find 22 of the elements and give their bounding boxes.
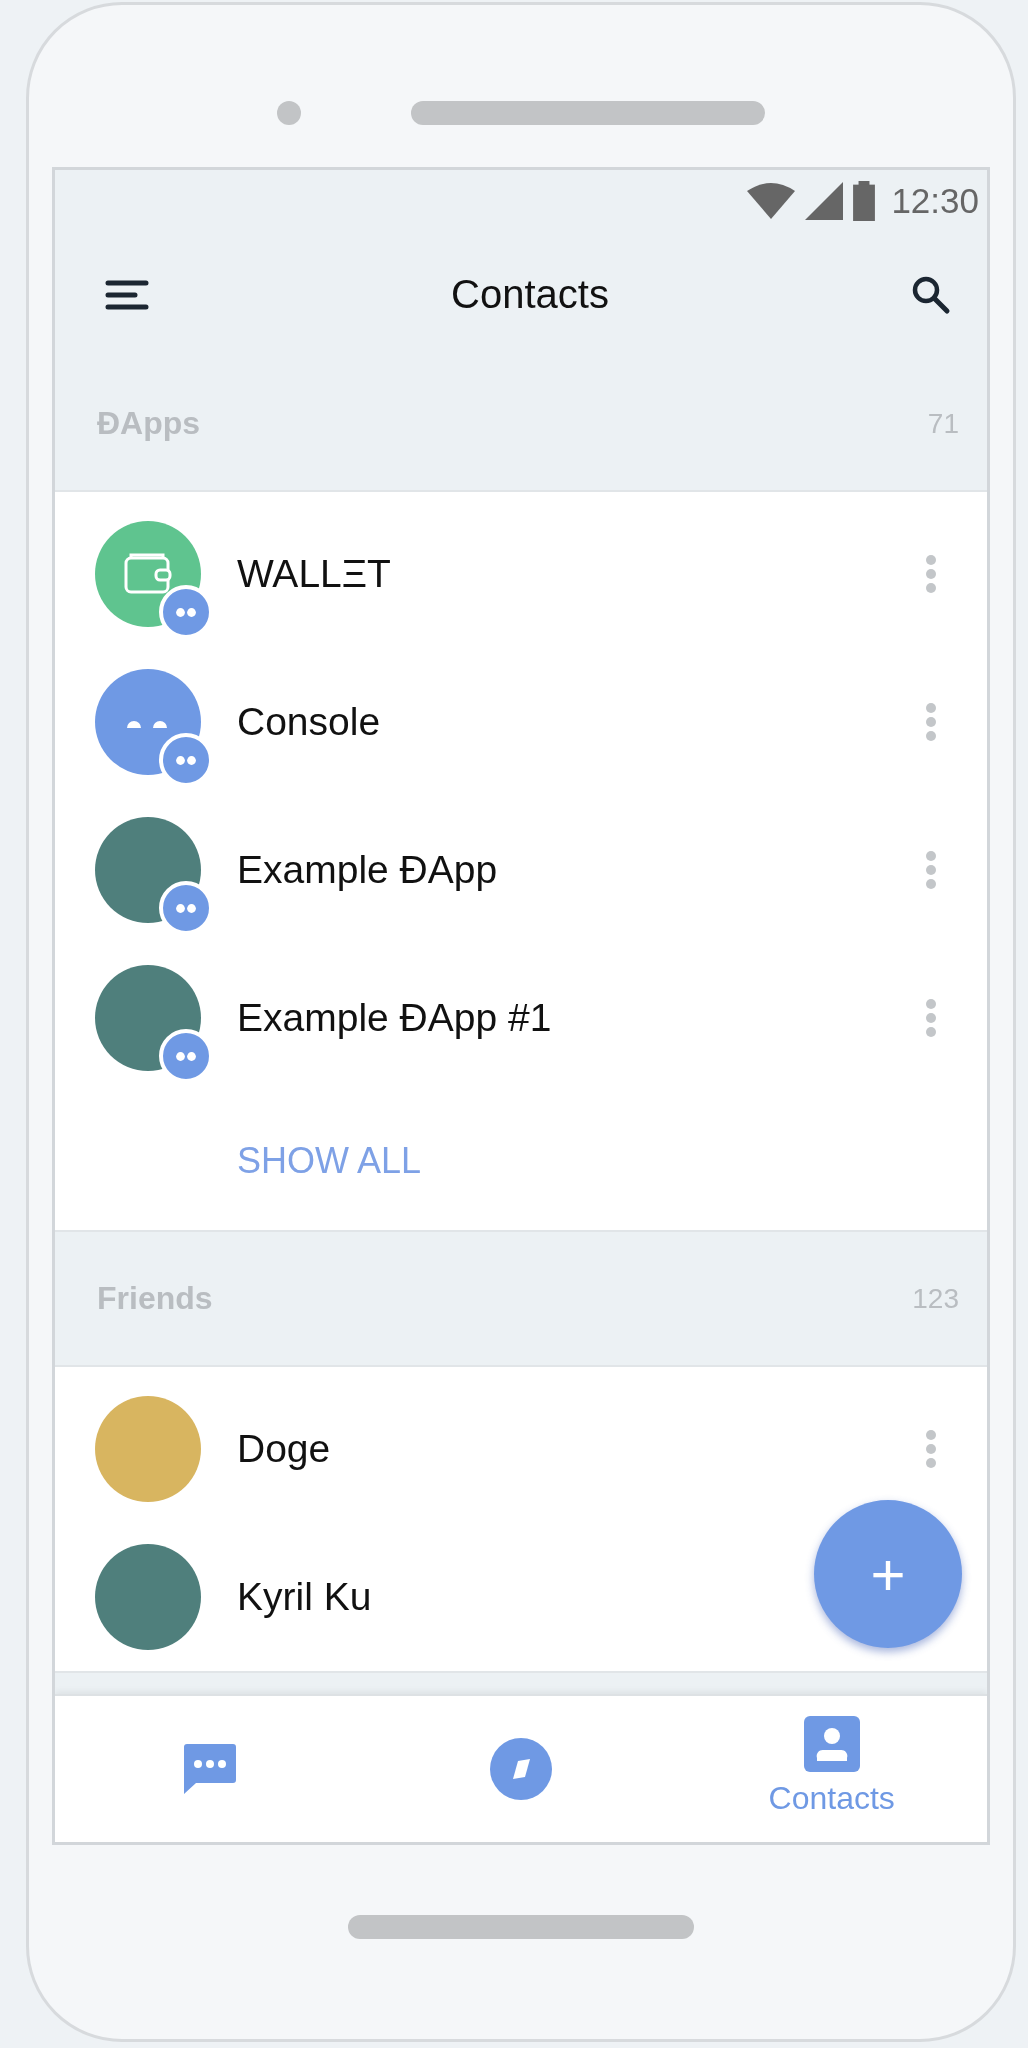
chat-bubble-icon [182, 1743, 239, 1795]
signal-icon [805, 182, 844, 220]
wifi-icon [747, 183, 796, 219]
compass-icon [489, 1737, 553, 1801]
screen-title: Contacts [451, 272, 609, 317]
contact-name[interactable]: Doge [237, 1427, 331, 1471]
more-icon[interactable] [925, 850, 937, 890]
menu-icon[interactable] [105, 278, 149, 311]
status-time: 12:30 [891, 181, 979, 221]
more-icon[interactable] [925, 554, 937, 594]
contact-card-icon [803, 1716, 860, 1772]
contact-name[interactable]: Console [237, 700, 381, 744]
battery-icon [853, 181, 876, 221]
contact-name[interactable]: Example ĐApp #1 [237, 996, 552, 1040]
contact-name[interactable]: Example ĐApp [237, 848, 498, 892]
camera-dot [277, 101, 301, 125]
more-icon[interactable] [925, 998, 937, 1038]
search-icon[interactable] [911, 274, 951, 315]
more-icon[interactable] [925, 1429, 937, 1469]
more-icon[interactable] [925, 702, 937, 742]
contact-name[interactable]: WALLΞT [237, 552, 391, 596]
contact-name[interactable]: Kyril Ku [237, 1575, 372, 1619]
